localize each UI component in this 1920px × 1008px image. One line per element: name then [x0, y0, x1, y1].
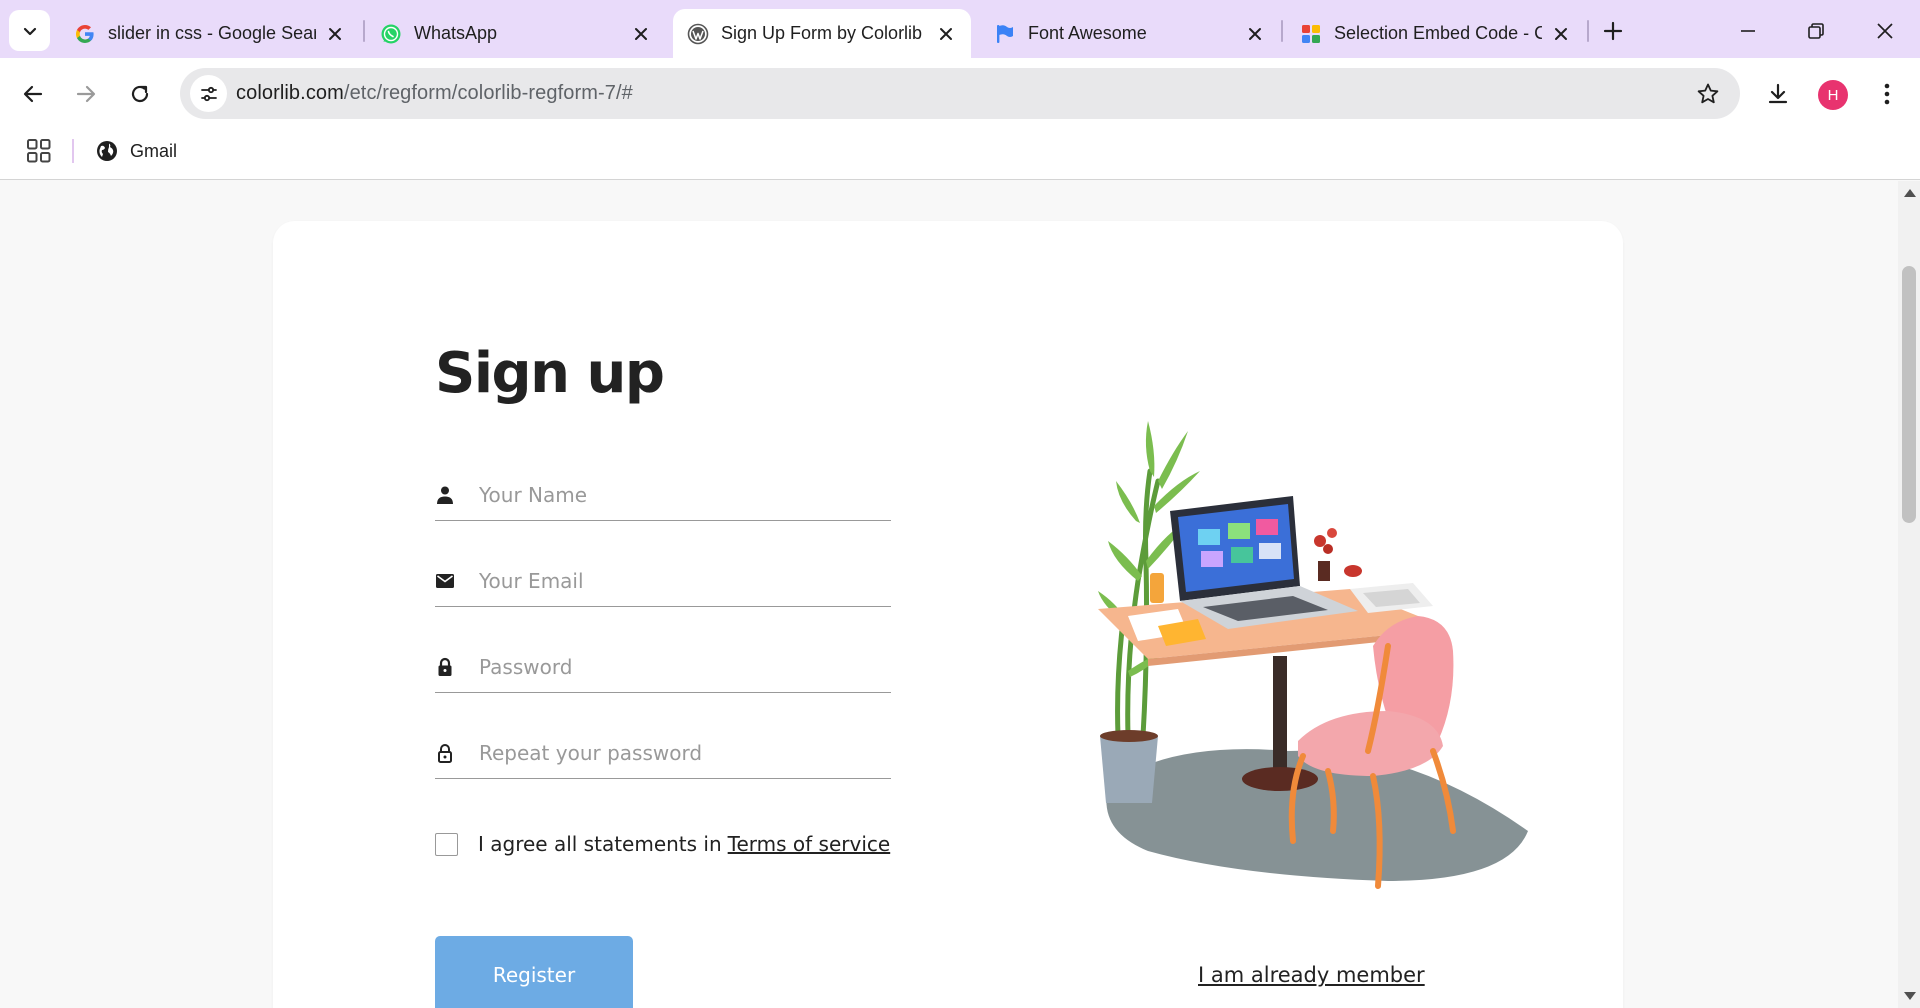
- already-member-link[interactable]: I am already member: [1198, 963, 1425, 987]
- minimize-icon: [1741, 30, 1755, 32]
- tab-selection-embed[interactable]: Selection Embed Code - Colorlib: [1286, 9, 1586, 58]
- close-tab-icon[interactable]: [1550, 23, 1572, 45]
- font-awesome-flag-icon: [994, 23, 1016, 45]
- tab-title: Selection Embed Code - Colorlib: [1334, 23, 1542, 43]
- new-tab-button[interactable]: [1598, 16, 1628, 46]
- email-input[interactable]: [479, 565, 879, 597]
- scrollbar-thumb[interactable]: [1902, 266, 1916, 523]
- tab-separator: [363, 20, 365, 42]
- restore-icon: [1808, 23, 1824, 39]
- name-input[interactable]: [479, 479, 879, 511]
- whatsapp-icon: [380, 23, 402, 45]
- browser-toolbar: colorlib.com/etc/regform/colorlib-regfor…: [0, 58, 1920, 130]
- close-tab-icon[interactable]: [1244, 23, 1266, 45]
- bookmarks-bar: [0, 130, 1920, 180]
- bookmark-label: Gmail: [130, 140, 178, 161]
- back-button[interactable]: [15, 76, 51, 112]
- page-title: Sign up: [435, 341, 665, 406]
- tab-title: Sign Up Form by Colorlib: [721, 23, 923, 43]
- url-path: /etc/regform/colorlib-regform-7/#: [343, 82, 633, 104]
- download-icon: [1768, 83, 1788, 104]
- address-bar[interactable]: colorlib.com/etc/regform/colorlib-regfor…: [180, 68, 1740, 119]
- envelope-icon: [435, 571, 455, 591]
- repeat-password-field[interactable]: [435, 729, 891, 779]
- lock-outline-icon: [435, 743, 455, 763]
- tab-search-button[interactable]: [9, 10, 50, 51]
- tab-font-awesome[interactable]: Font Awesome: [980, 9, 1280, 58]
- selection-app-icon: [1300, 23, 1322, 45]
- kebab-menu-icon: [1884, 83, 1890, 105]
- wordpress-icon: [687, 23, 709, 45]
- bookmarks-separator: [72, 139, 74, 163]
- lock-icon: [435, 657, 455, 677]
- bookmark-star-icon[interactable]: [1694, 80, 1722, 108]
- url-domain: colorlib.com: [236, 82, 344, 104]
- forward-button[interactable]: [68, 76, 104, 112]
- downloads-button[interactable]: [1760, 76, 1796, 112]
- reload-button[interactable]: [122, 76, 158, 112]
- tab-sign-up-form[interactable]: Sign Up Form by Colorlib: [673, 9, 971, 58]
- agree-checkbox[interactable]: [435, 832, 458, 856]
- close-tab-icon[interactable]: [935, 23, 957, 45]
- password-input[interactable]: [479, 651, 879, 683]
- plus-icon: [1603, 21, 1623, 41]
- tab-strip: slider in css - Google Search WhatsApp S…: [0, 0, 1920, 58]
- tab-title: Font Awesome: [1028, 23, 1147, 43]
- page-viewport: Sign up I agree all statements in Terms …: [0, 181, 1898, 1008]
- scroll-down-arrow-icon[interactable]: [1904, 992, 1916, 1000]
- arrow-right-icon: [76, 85, 96, 103]
- close-tab-icon[interactable]: [324, 23, 346, 45]
- tab-whatsapp[interactable]: WhatsApp: [366, 9, 666, 58]
- globe-icon: [97, 141, 117, 161]
- name-field[interactable]: [435, 471, 891, 521]
- profile-avatar[interactable]: H: [1818, 80, 1848, 110]
- register-button[interactable]: Register: [435, 936, 633, 1008]
- repeat-password-input[interactable]: [479, 737, 879, 769]
- close-tab-icon[interactable]: [630, 23, 652, 45]
- scroll-up-arrow-icon[interactable]: [1904, 189, 1916, 197]
- tab-separator: [1281, 20, 1283, 42]
- bookmark-gmail[interactable]: Gmail: [96, 136, 177, 166]
- apps-grid-icon[interactable]: [26, 138, 52, 164]
- terms-of-service-link[interactable]: Terms of service: [728, 832, 891, 856]
- restore-button[interactable]: [1799, 14, 1833, 48]
- arrow-left-icon: [23, 85, 43, 103]
- chevron-down-icon: [23, 27, 36, 35]
- email-field[interactable]: [435, 557, 891, 607]
- google-icon: [74, 23, 96, 45]
- page-scrollbar[interactable]: [1898, 181, 1920, 1008]
- close-window-button[interactable]: [1868, 14, 1902, 48]
- tab-google-search[interactable]: slider in css - Google Search: [60, 9, 360, 58]
- tab-title: slider in css - Google Search: [108, 23, 316, 43]
- agree-terms-row: I agree all statements in Terms of servi…: [435, 829, 890, 859]
- url-text: colorlib.com/etc/regform/colorlib-regfor…: [236, 82, 633, 105]
- password-field[interactable]: [435, 643, 891, 693]
- tab-title: WhatsApp: [414, 23, 498, 43]
- site-info-icon[interactable]: [190, 75, 227, 112]
- desk-illustration: [1098, 421, 1528, 889]
- minimize-button[interactable]: [1731, 14, 1765, 48]
- agree-label: I agree all statements in: [478, 832, 722, 856]
- close-icon: [1877, 23, 1893, 39]
- browser-menu-button[interactable]: [1869, 76, 1905, 112]
- tab-separator: [1587, 20, 1589, 42]
- person-icon: [435, 485, 455, 505]
- reload-icon: [131, 85, 149, 103]
